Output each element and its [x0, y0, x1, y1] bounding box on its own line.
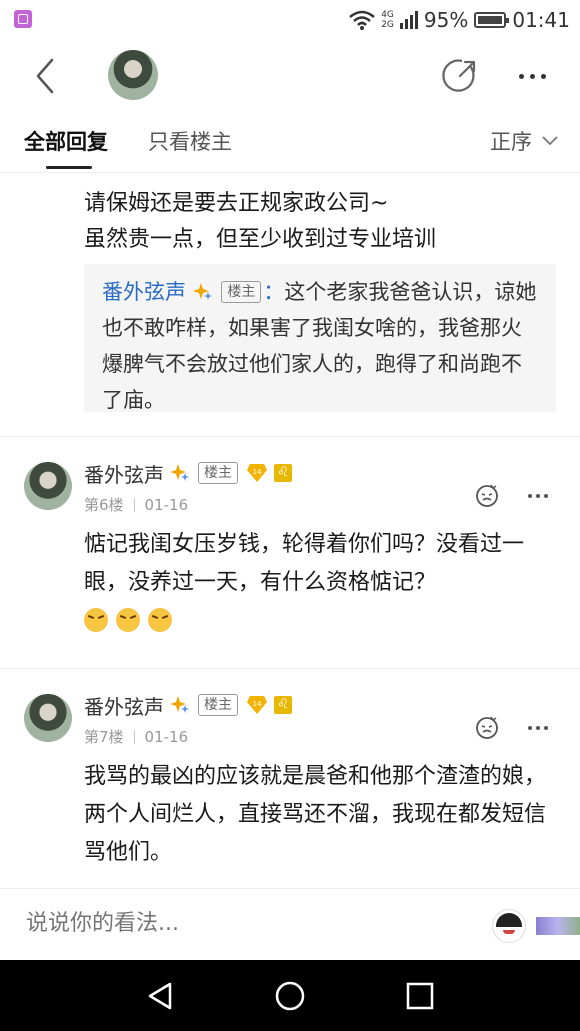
- triangle-back-icon: [148, 982, 172, 1010]
- level-diamond-icon: 14: [247, 696, 267, 714]
- svg-text:14: 14: [253, 468, 262, 476]
- active-tab-indicator: [46, 166, 92, 169]
- zodiac-leo-icon: ♌: [274, 696, 292, 714]
- sparkle-badge-icon: [170, 696, 189, 713]
- comment-item: 番外弦声 楼主 14 ♌ 第7楼 01-16 我骂的最凶的应该就是晨爸和他那个渣…: [0, 670, 580, 888]
- reply-input-bar: [0, 888, 580, 961]
- divider: [0, 436, 580, 437]
- author-name[interactable]: 番外弦声: [84, 459, 164, 488]
- reply-input[interactable]: [26, 911, 426, 936]
- divider: [0, 668, 580, 669]
- nav-back-button[interactable]: [144, 980, 176, 1012]
- op-badge: 楼主: [221, 281, 262, 303]
- reaction-button[interactable]: [474, 482, 500, 508]
- floor-number: 第7楼: [84, 728, 124, 746]
- sparkle-badge-icon: [192, 283, 212, 300]
- meta-separator: [133, 729, 135, 744]
- system-nav-bar: [0, 960, 580, 1031]
- wifi-icon: [349, 10, 376, 30]
- comment-date: 01-16: [144, 495, 189, 514]
- dot-icon: [536, 726, 540, 730]
- reaction-button[interactable]: [474, 714, 500, 740]
- dot-icon: [540, 73, 546, 79]
- sticker-button[interactable]: [492, 909, 526, 943]
- top-header: [0, 40, 580, 112]
- svg-text:14: 14: [253, 700, 262, 708]
- author-avatar[interactable]: [108, 50, 158, 100]
- battery-icon: [474, 12, 510, 28]
- app-notification-icon: [14, 10, 32, 28]
- angry-face-icon: [148, 608, 172, 632]
- network-type: 4G 2G: [381, 10, 394, 30]
- nav-home-button[interactable]: [274, 980, 306, 1012]
- tab-op-only[interactable]: 只看楼主: [148, 126, 232, 156]
- dot-icon: [536, 494, 540, 498]
- meta-separator: [133, 497, 135, 512]
- dot-icon: [529, 73, 535, 79]
- comment-date: 01-16: [144, 727, 189, 746]
- avatar[interactable]: [24, 694, 72, 742]
- author-name[interactable]: 番外弦声: [84, 691, 164, 720]
- battery-percent: 95%: [423, 8, 469, 32]
- angry-face-icon: [116, 608, 140, 632]
- dot-icon: [544, 726, 548, 730]
- comment-more-button[interactable]: [528, 486, 560, 506]
- level-diamond-icon: 14: [247, 464, 267, 482]
- dot-icon: [528, 726, 532, 730]
- dot-icon: [544, 494, 548, 498]
- nav-recents-button[interactable]: [404, 980, 436, 1012]
- sort-label: 正序: [490, 130, 532, 154]
- quoted-author-name[interactable]: 番外弦声: [102, 280, 186, 304]
- comment-author-bar: 番外弦声 楼主 14 ♌: [84, 690, 292, 720]
- sparkle-badge-icon: [170, 464, 189, 481]
- op-badge: 楼主: [198, 462, 238, 484]
- comment-text: 惦记我闺女压岁钱，轮得着你们吗？没看过一眼，没养过一天，有什么资格惦记？: [84, 532, 525, 595]
- tab-all-replies[interactable]: 全部回复: [24, 126, 108, 156]
- signal-icon: [399, 11, 418, 29]
- quoted-reply[interactable]: 番外弦声 楼主 ：这个老家我爸爸认识，谅她也不敢咋样，如果害了我闺女啥的，我爸那火…: [84, 264, 556, 412]
- comment-text: 我骂的最凶的应该就是晨爸和他那个渣渣的娘，两个人间烂人，直接骂还不溜，我现在都发…: [84, 764, 547, 865]
- avatar[interactable]: [24, 462, 72, 510]
- comment-meta: 第6楼 01-16: [84, 494, 188, 515]
- back-button[interactable]: [30, 54, 70, 98]
- status-indicators: 4G 2G 95% 01:41: [349, 6, 570, 34]
- comment-author-bar: 番外弦声 楼主 14 ♌: [84, 458, 292, 488]
- comment-meta: 第7楼 01-16: [84, 726, 188, 747]
- emoji-row: [84, 608, 172, 632]
- dot-icon: [518, 73, 524, 79]
- square-recents-icon: [406, 982, 434, 1010]
- dot-icon: [528, 494, 532, 498]
- sort-dropdown[interactable]: 正序: [490, 126, 558, 156]
- share-button[interactable]: [440, 56, 480, 96]
- angry-face-icon: [84, 608, 108, 632]
- reaction-face-icon: [476, 484, 498, 507]
- chevron-left-icon: [36, 58, 54, 94]
- comment-more-button[interactable]: [528, 718, 560, 738]
- reaction-face-icon: [476, 716, 498, 739]
- share-icon: [442, 59, 476, 92]
- comment-item: 番外弦声 楼主 14 ♌ 第6楼 01-16 惦记我闺女压岁钱，轮得着你们吗？没…: [0, 438, 580, 666]
- zodiac-leo-icon: ♌: [274, 464, 292, 482]
- chevron-down-icon: [542, 136, 558, 146]
- image-thumbnail[interactable]: [536, 917, 580, 935]
- more-options-button[interactable]: [510, 58, 554, 94]
- comment-text: 请保姆还是要去正规家政公司~ 虽然贵一点，但至少收到过专业培训: [84, 191, 437, 252]
- op-badge: 楼主: [198, 694, 238, 716]
- clock: 01:41: [512, 8, 570, 32]
- circle-home-icon: [275, 981, 305, 1011]
- status-bar: 4G 2G 95% 01:41: [0, 0, 580, 40]
- reply-tabs: 全部回复 只看楼主 正序: [0, 112, 580, 173]
- floor-number: 第6楼: [84, 496, 124, 514]
